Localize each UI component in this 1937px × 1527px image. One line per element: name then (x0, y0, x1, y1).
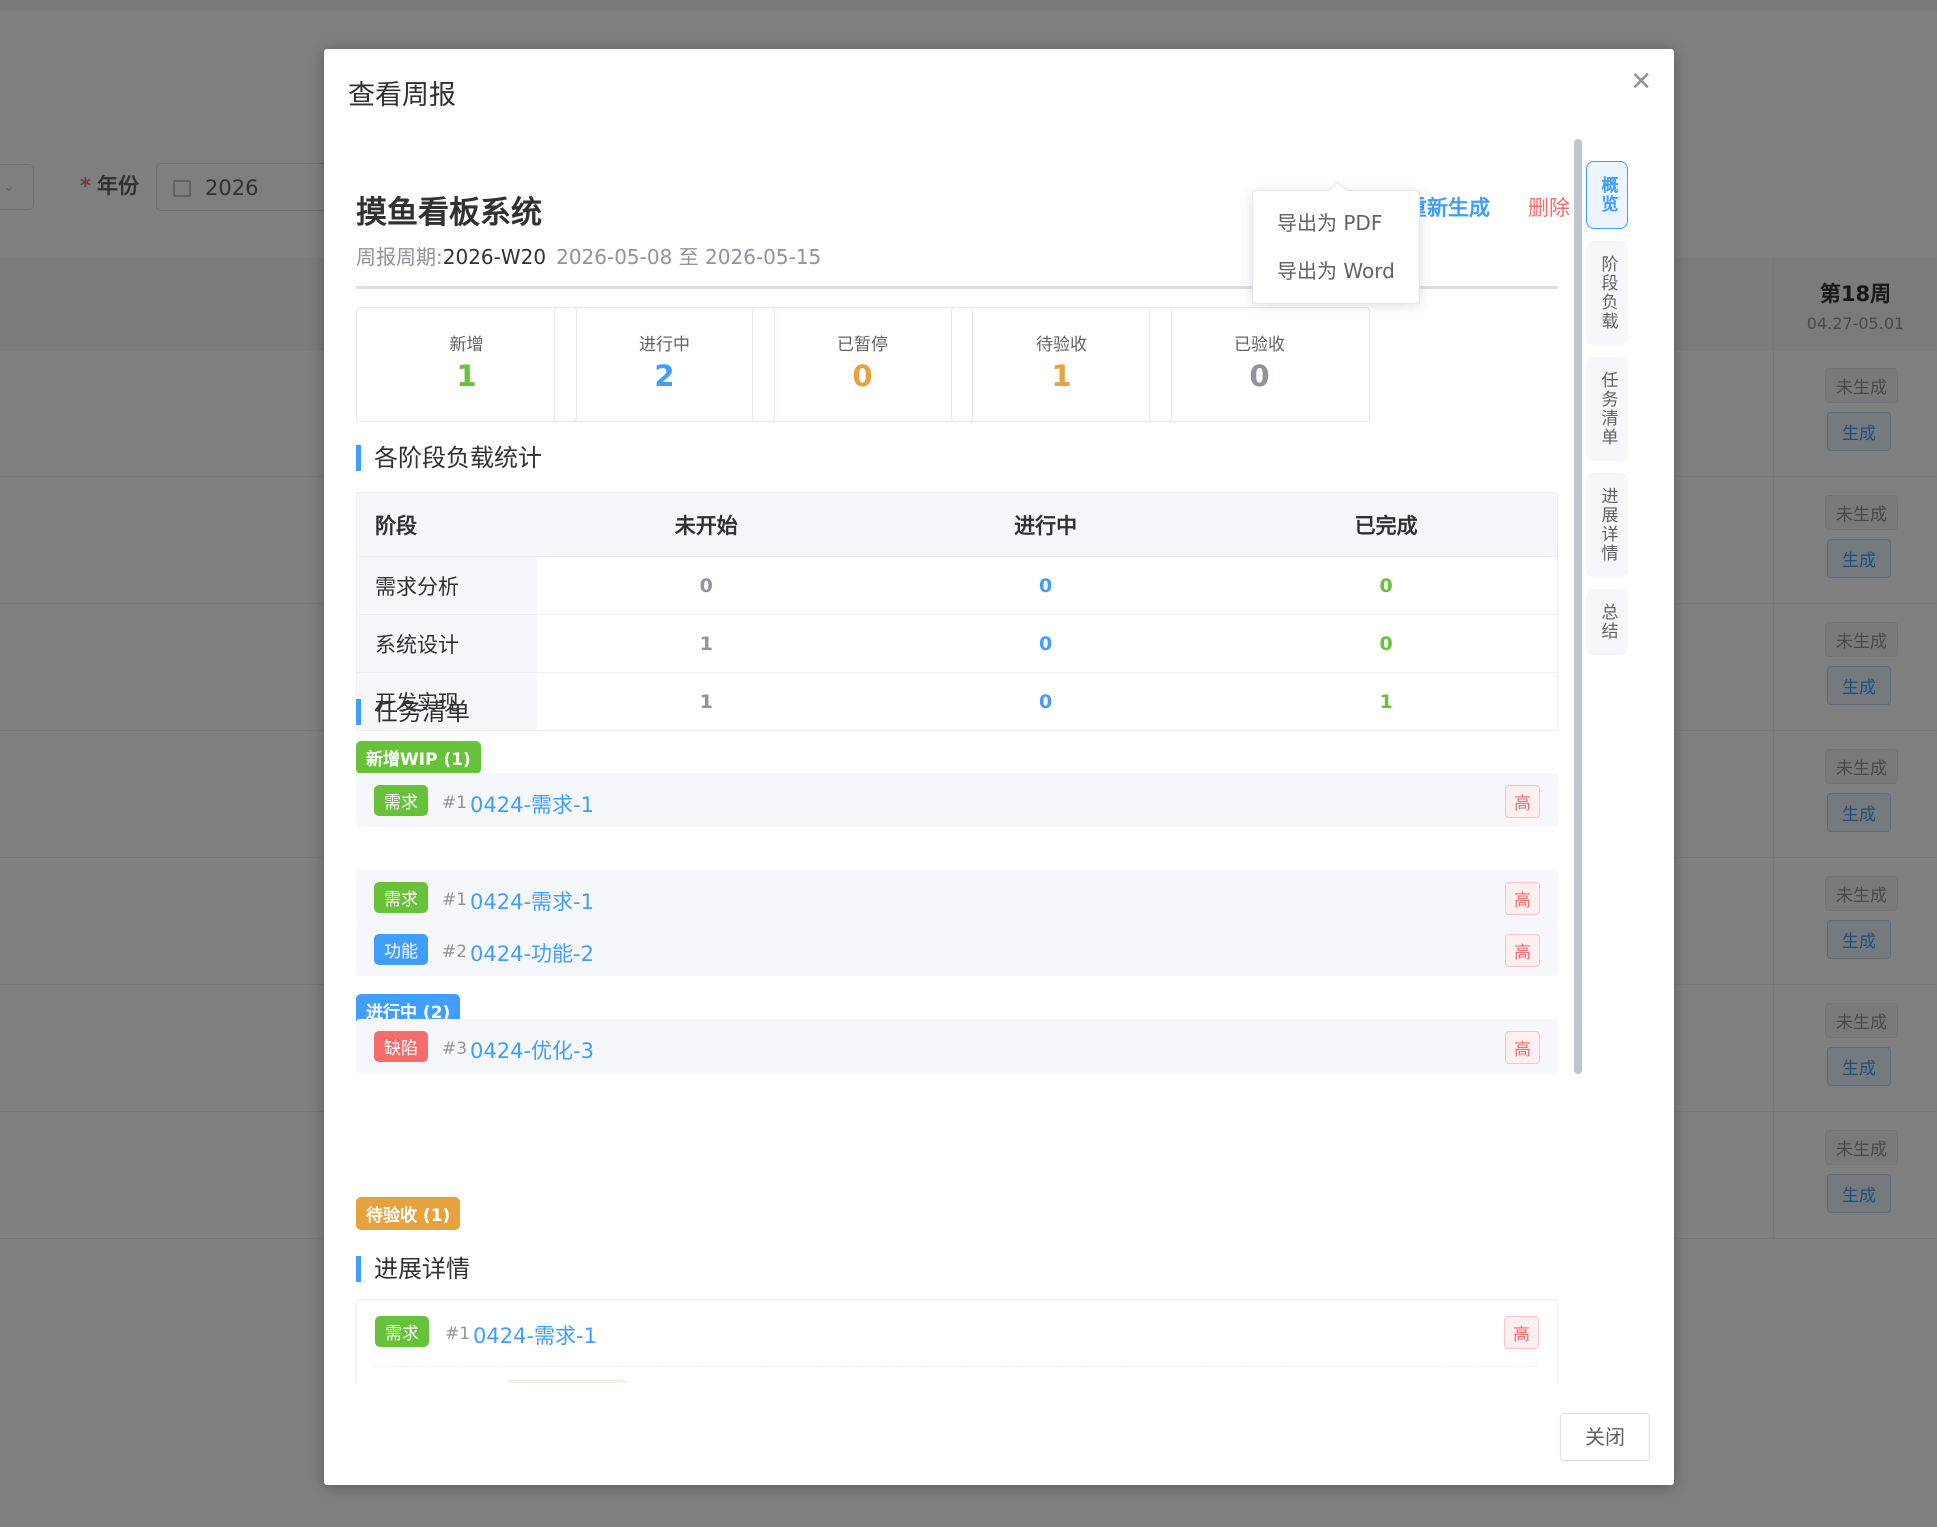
summary-card-value: 1 (456, 359, 477, 393)
task-type-tag: 功能 (374, 934, 428, 965)
report-title: 摸鱼看板系统 (356, 195, 542, 231)
task-link[interactable]: 0424-需求-1 (470, 886, 594, 916)
stage-count: 1 (536, 672, 876, 731)
summary-card-value: 0 (1249, 359, 1270, 393)
task-type-tag: 缺陷 (374, 1031, 428, 1062)
stage-count: 0 (536, 556, 876, 615)
list-item[interactable]: 缺陷 #3 0424-优化-3 高 (356, 1019, 1558, 1073)
summary-card-label: 已验收 (1234, 335, 1285, 355)
summary-card-label: 待验收 (1036, 335, 1087, 355)
stage-count: 1 (1215, 672, 1558, 731)
table-header-cell: 未开始 (536, 492, 876, 557)
stage-load-table: 阶段 未开始 进行中 已完成 需求分析 0 0 0 系统设计 1 0 0 开发实现 1 0 1 (356, 492, 1558, 731)
delete-button[interactable]: 删除 (1528, 192, 1570, 222)
nav-item-label: 进展详情 (1597, 487, 1618, 563)
stage-section-title: 各阶段负载统计 (356, 443, 542, 473)
progress-section-title: 进展详情 (356, 1254, 470, 1284)
table-row: 需求分析 0 0 0 (356, 556, 1558, 615)
summary-cards: 新增 1 进行中 2 已暂停 0 待验收 1 已验收 0 (356, 307, 1558, 422)
summary-card-label: 进行中 (639, 335, 690, 355)
close-icon[interactable]: ✕ (1630, 67, 1652, 97)
nav-item-label: 总结 (1597, 603, 1618, 641)
task-type-tag: 需求 (374, 785, 428, 816)
task-number: #3 (442, 1039, 468, 1059)
status-badge: 已验收 (507, 1380, 627, 1383)
stage-name: 系统设计 (356, 614, 537, 673)
priority-badge: 高 (1504, 1316, 1539, 1349)
scrollbar-thumb[interactable] (1574, 139, 1582, 1074)
progress-divider (375, 1366, 1539, 1367)
nav-item[interactable]: 概览 (1586, 161, 1628, 229)
nav-item[interactable]: 阶段负载 (1586, 241, 1628, 345)
table-header-cell: 进行中 (875, 492, 1216, 557)
task-type-tag: 需求 (374, 882, 428, 913)
table-row: 开发实现 1 0 1 (356, 672, 1558, 731)
priority-badge: 高 (1505, 1031, 1540, 1064)
summary-card-label: 已暂停 (837, 335, 888, 355)
summary-card-value: 1 (1051, 359, 1072, 393)
section-nav: 概览阶段负载任务清单进展详情总结 (1586, 161, 1632, 667)
task-type-tag: 需求 (375, 1316, 429, 1347)
stage-count: 1 (536, 614, 876, 673)
export-word-item[interactable]: 导出为 Word (1253, 247, 1419, 295)
nav-item[interactable]: 总结 (1586, 589, 1628, 655)
summary-card: 待验收 1 (951, 307, 1172, 422)
nav-item-label: 任务清单 (1597, 371, 1618, 447)
nav-item-label: 阶段负载 (1597, 255, 1618, 331)
table-row: 系统设计 1 0 0 (356, 614, 1558, 673)
stage-count: 0 (875, 556, 1216, 615)
dialog-body[interactable]: 摸鱼看板系统 周报周期:2026-W20 2026-05-08 至 2026-05… (356, 137, 1570, 1383)
weekly-report-dialog: 查看周报 ✕ 摸鱼看板系统 周报周期:2026-W20 2026-05-08 至 … (324, 49, 1674, 1485)
summary-card: 已暂停 0 (752, 307, 973, 422)
task-group-label: 新增WIP (1) (356, 741, 481, 774)
list-item[interactable]: 功能 #2 0424-功能-2 高 (356, 922, 1558, 976)
task-number: #1 (445, 1324, 471, 1344)
task-link[interactable]: 0424-优化-3 (470, 1035, 594, 1065)
task-number: #1 (442, 890, 468, 910)
task-link[interactable]: 0424-功能-2 (470, 938, 594, 968)
stage-count: 0 (1215, 556, 1558, 615)
report-period: 周报周期:2026-W20 2026-05-08 至 2026-05-15 (356, 245, 822, 269)
stage-count: 0 (1215, 614, 1558, 673)
close-button[interactable]: 关闭 (1560, 1413, 1650, 1461)
task-number: #2 (442, 942, 468, 962)
task-link[interactable]: 0424-需求-1 (473, 1320, 597, 1350)
summary-card: 新增 1 (356, 307, 577, 422)
task-group-label: 待验收 (1) (356, 1197, 461, 1230)
export-pdf-item[interactable]: 导出为 PDF (1253, 199, 1419, 247)
summary-card-label: 新增 (449, 335, 484, 355)
task-section-title: 任务清单 (356, 697, 470, 727)
export-menu: 导出为 PDF 导出为 Word (1252, 190, 1420, 304)
progress-card: 需求 #1 0424-需求-1 高 需求分析已验收2026-05-09 ~ 20… (356, 1299, 1558, 1383)
summary-card-value: 0 (852, 359, 873, 393)
stage-count: 0 (875, 614, 1216, 673)
priority-badge: 高 (1505, 934, 1540, 967)
list-item[interactable]: 需求 #1 0424-需求-1 高 (356, 870, 1558, 924)
summary-card: 已验收 0 (1149, 307, 1370, 422)
task-link[interactable]: 0424-需求-1 (470, 789, 594, 819)
progress-row: 需求分析已验收2026-05-09 ~ 2026-05-09王五 (375, 1380, 1539, 1383)
table-header-cell: 阶段 (356, 492, 537, 557)
table-header-cell: 已完成 (1215, 492, 1558, 557)
summary-card-value: 2 (654, 359, 675, 393)
priority-badge: 高 (1505, 785, 1540, 818)
nav-item[interactable]: 任务清单 (1586, 357, 1628, 461)
stage-name: 需求分析 (356, 556, 537, 615)
stage-count: 0 (875, 672, 1216, 731)
task-number: #1 (442, 793, 468, 813)
priority-badge: 高 (1505, 882, 1540, 915)
dialog-title: 查看周报 (348, 80, 456, 111)
nav-item-label: 概览 (1597, 176, 1618, 214)
nav-item[interactable]: 进展详情 (1586, 473, 1628, 577)
list-item[interactable]: 需求 #1 0424-需求-1 高 (356, 773, 1558, 827)
period-range: 2026-05-08 至 2026-05-15 (556, 245, 822, 269)
period-week: 2026-W20 (442, 245, 547, 269)
summary-card: 进行中 2 (554, 307, 775, 422)
